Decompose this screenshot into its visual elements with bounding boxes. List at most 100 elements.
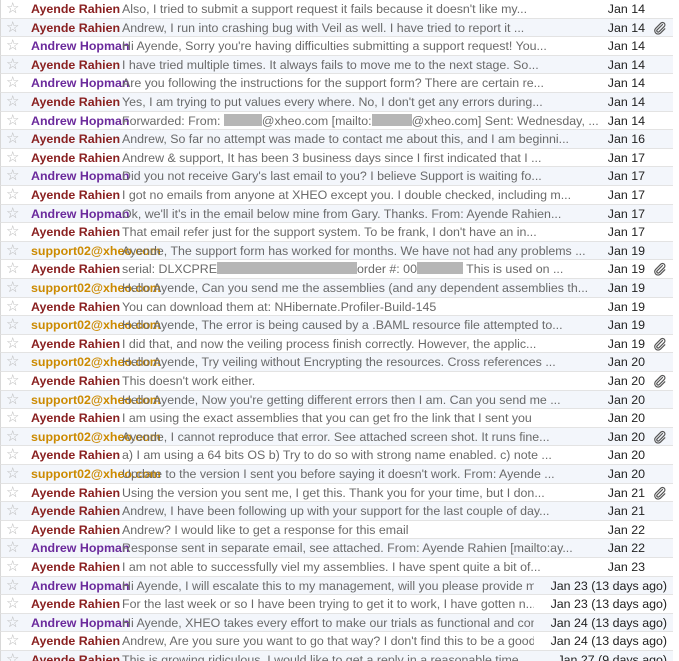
star-icon[interactable]: ☆ bbox=[6, 521, 19, 539]
star-icon[interactable]: ☆ bbox=[6, 242, 19, 260]
message-date: Jan 19 bbox=[607, 243, 645, 258]
message-row[interactable]: ☆ Andrew Hopman Forwarded: From: @xheo.com… bbox=[0, 111, 673, 131]
star-icon[interactable]: ☆ bbox=[6, 74, 19, 92]
star-icon[interactable]: ☆ bbox=[6, 19, 19, 37]
star-icon[interactable]: ☆ bbox=[6, 56, 19, 74]
message-row[interactable]: ☆ Ayende Rahien This doesn't work either. J… bbox=[0, 372, 673, 391]
star-icon[interactable]: ☆ bbox=[6, 614, 19, 632]
message-row[interactable]: ☆ Andrew Hopman Hi Ayende, Sorry you're ha… bbox=[0, 37, 673, 56]
message-row[interactable]: ☆ Ayende Rahien Andrew, I run into crashin… bbox=[0, 18, 673, 38]
star-icon[interactable]: ☆ bbox=[6, 93, 19, 111]
snippet-text: a) I am using a 64 bits OS b) Try to do … bbox=[122, 448, 552, 463]
message-row[interactable]: ☆ Ayende Rahien Andrew, So far no attempt … bbox=[0, 130, 673, 149]
message-row[interactable]: ☆ Ayende Rahien serial: DLXCPRE order #: 00… bbox=[0, 260, 673, 279]
star-icon[interactable]: ☆ bbox=[6, 651, 19, 661]
star-icon[interactable]: ☆ bbox=[6, 112, 19, 130]
message-row[interactable]: ☆ Ayende Rahien I did that, and now the ve… bbox=[0, 334, 673, 354]
star-icon[interactable]: ☆ bbox=[6, 130, 19, 148]
message-row[interactable]: ☆ Ayende Rahien You can download them at: … bbox=[0, 297, 673, 317]
star-icon[interactable]: ☆ bbox=[6, 186, 19, 204]
star-icon[interactable]: ☆ bbox=[6, 0, 19, 18]
star-icon[interactable]: ☆ bbox=[6, 167, 19, 185]
message-row[interactable]: ☆ Ayende Rahien a) I am using a 64 bits OS… bbox=[0, 446, 673, 465]
message-date: Jan 27 (9 days ago) bbox=[557, 653, 667, 661]
sender-name: Andrew Hopman bbox=[31, 113, 130, 128]
message-row[interactable]: ☆ Andrew Hopman Hi Ayende, I will escalate… bbox=[0, 576, 673, 596]
star-icon[interactable]: ☆ bbox=[6, 149, 19, 167]
star-icon[interactable]: ☆ bbox=[6, 577, 19, 595]
star-icon[interactable]: ☆ bbox=[6, 465, 19, 483]
redacted-block bbox=[371, 113, 412, 126]
message-row[interactable]: ☆ support02@xheo.com Hello Ayende, The err… bbox=[0, 316, 673, 335]
message-row[interactable]: ☆ Andrew Hopman Ok, we'll it's in the emai… bbox=[0, 204, 673, 224]
message-row[interactable]: ☆ Andrew Hopman Response sent in separate … bbox=[0, 539, 673, 558]
star-icon[interactable]: ☆ bbox=[6, 428, 19, 446]
snippet-text: I have tried multiple times. It always f… bbox=[122, 57, 539, 72]
message-snippet: Hello Ayende, Try veiling without Encryp… bbox=[122, 353, 604, 372]
message-row[interactable]: ☆ Ayende Rahien That email refer just for … bbox=[0, 223, 673, 242]
message-row[interactable]: ☆ Ayende Rahien I got no emails from anyon… bbox=[0, 186, 673, 205]
message-row[interactable]: ☆ Ayende Rahien Andrew, Are you sure you w… bbox=[0, 632, 673, 651]
message-row[interactable]: ☆ support02@xheo.com Ayende, The support f… bbox=[0, 241, 673, 261]
star-icon[interactable]: ☆ bbox=[6, 316, 19, 334]
message-snippet: a) I am using a 64 bits OS b) Try to do … bbox=[122, 446, 604, 465]
star-icon[interactable]: ☆ bbox=[6, 502, 19, 520]
star-icon[interactable]: ☆ bbox=[6, 558, 19, 576]
snippet-text: Forwarded: From: bbox=[122, 113, 224, 128]
star-icon[interactable]: ☆ bbox=[6, 484, 19, 502]
star-icon[interactable]: ☆ bbox=[6, 632, 19, 650]
snippet-text: You can download them at: NHibernate.Pro… bbox=[122, 299, 437, 314]
snippet-text: @xheo.com] Sent: Wednesday, ... bbox=[411, 113, 599, 128]
message-row[interactable]: ☆ support02@xheo.com Hello Ayende, Now you… bbox=[0, 390, 673, 410]
star-icon[interactable]: ☆ bbox=[6, 595, 19, 613]
message-row[interactable]: ☆ support02@xheo.com Update to the version… bbox=[0, 465, 673, 484]
message-row[interactable]: ☆ Andrew Hopman Hi Ayende, XHEO takes ever… bbox=[0, 613, 673, 633]
message-row[interactable]: ☆ Ayende Rahien For the last week or so I … bbox=[0, 595, 673, 614]
star-icon[interactable]: ☆ bbox=[6, 335, 19, 353]
message-snippet: Did you not receive Gary's last email to… bbox=[122, 167, 604, 186]
star-icon[interactable]: ☆ bbox=[6, 260, 19, 278]
message-row[interactable]: ☆ support02@xheo.com Hello Ayende, Can you… bbox=[0, 279, 673, 298]
message-row[interactable]: ☆ Ayende Rahien I am using the exact assem… bbox=[0, 409, 673, 428]
message-date: Jan 19 bbox=[607, 299, 645, 314]
message-row[interactable]: ☆ support02@xheo.com Hello Ayende, Try vei… bbox=[0, 353, 673, 372]
snippet-text: Ok, we'll it's in the email below mine f… bbox=[122, 206, 562, 221]
message-snippet: Hi Ayende, Sorry you're having difficult… bbox=[122, 37, 604, 56]
message-snippet: Hello Ayende, The error is being caused … bbox=[122, 316, 604, 335]
message-row[interactable]: ☆ Andrew Hopman Are you following the inst… bbox=[0, 74, 673, 93]
message-row[interactable]: ☆ Ayende Rahien This is growing ridiculous… bbox=[0, 651, 673, 661]
star-icon[interactable]: ☆ bbox=[6, 223, 19, 241]
message-date: Jan 22 bbox=[607, 522, 645, 537]
message-row[interactable]: ☆ Ayende Rahien I am not able to successfu… bbox=[0, 558, 673, 577]
star-icon[interactable]: ☆ bbox=[6, 539, 19, 557]
star-icon[interactable]: ☆ bbox=[6, 298, 19, 316]
message-row[interactable]: ☆ Ayende Rahien Andrew & support, It has b… bbox=[0, 148, 673, 168]
message-row[interactable]: ☆ Ayende Rahien Also, I tried to submit a … bbox=[0, 0, 673, 19]
message-date: Jan 16 bbox=[607, 132, 645, 147]
sender-name: Ayende Rahien bbox=[31, 132, 121, 147]
sender-name: Ayende Rahien bbox=[31, 225, 121, 240]
snippet-text: Hi Ayende, I will escalate this to my ma… bbox=[122, 578, 534, 593]
star-icon[interactable]: ☆ bbox=[6, 37, 19, 55]
sender-name: Andrew Hopman bbox=[31, 76, 130, 91]
sender-name: Ayende Rahien bbox=[31, 411, 121, 426]
message-row[interactable]: ☆ support02@xheo.com Ayende, I cannot repr… bbox=[0, 427, 673, 447]
star-icon[interactable]: ☆ bbox=[6, 446, 19, 464]
message-row[interactable]: ☆ Ayende Rahien Andrew? I would like to ge… bbox=[0, 520, 673, 540]
message-row[interactable]: ☆ Ayende Rahien Andrew, I have been follow… bbox=[0, 502, 673, 521]
message-row[interactable]: ☆ Andrew Hopman Did you not receive Gary's… bbox=[0, 167, 673, 186]
sender-name: Ayende Rahien bbox=[31, 634, 121, 649]
message-snippet: Andrew, So far no attempt was made to co… bbox=[122, 130, 604, 149]
snippet-text: Andrew, I have been following up with yo… bbox=[122, 504, 550, 519]
star-icon[interactable]: ☆ bbox=[6, 353, 19, 371]
message-row[interactable]: ☆ Ayende Rahien Yes, I am trying to put va… bbox=[0, 93, 673, 112]
message-row[interactable]: ☆ Ayende Rahien Using the version you sent… bbox=[0, 483, 673, 503]
message-row[interactable]: ☆ Ayende Rahien I have tried multiple time… bbox=[0, 55, 673, 75]
star-icon[interactable]: ☆ bbox=[6, 279, 19, 297]
snippet-text: Using the version you sent me, I get thi… bbox=[122, 485, 545, 500]
star-icon[interactable]: ☆ bbox=[6, 391, 19, 409]
star-icon[interactable]: ☆ bbox=[6, 409, 19, 427]
star-icon[interactable]: ☆ bbox=[6, 372, 19, 390]
snippet-text: This is growing ridiculous. I would like… bbox=[122, 653, 530, 661]
star-icon[interactable]: ☆ bbox=[6, 205, 19, 223]
